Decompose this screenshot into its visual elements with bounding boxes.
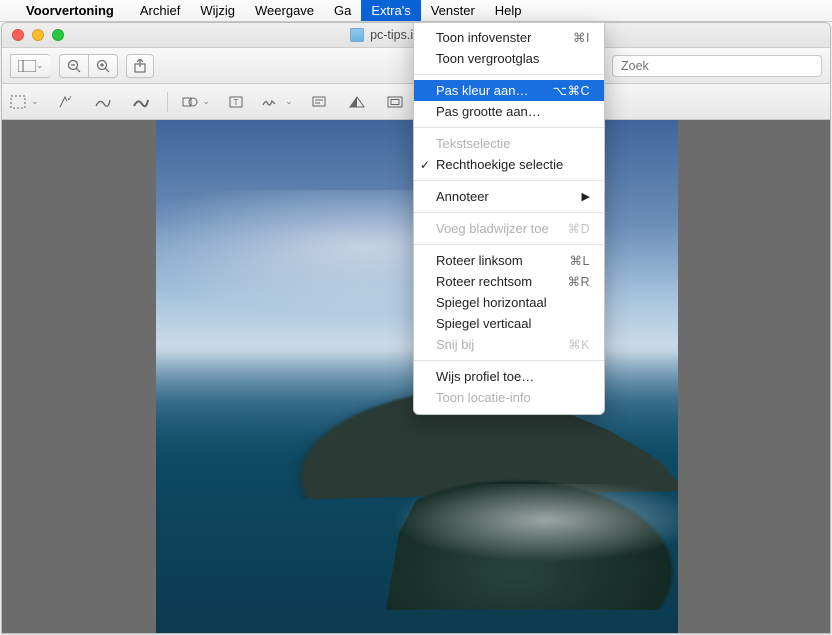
- search-input[interactable]: [612, 55, 822, 77]
- menu-item: Tekstselectie: [414, 133, 604, 154]
- chevron-down-icon: ⌄: [285, 96, 293, 107]
- menu-ga[interactable]: Ga: [324, 0, 361, 21]
- menu-item[interactable]: Wijs profiel toe…: [414, 366, 604, 387]
- menu-separator: [414, 212, 604, 213]
- window-controls: [2, 29, 64, 41]
- menu-item-label: Wijs profiel toe…: [436, 369, 534, 384]
- close-button[interactable]: [12, 29, 24, 41]
- menu-item-label: Rechthoekige selectie: [436, 157, 563, 172]
- menu-item: Voeg bladwijzer toe ⌘D: [414, 218, 604, 239]
- menu-item-label: Toon locatie-info: [436, 390, 531, 405]
- menu-item-label: Spiegel horizontaal: [436, 295, 547, 310]
- menu-venster[interactable]: Venster: [421, 0, 485, 21]
- menu-item-label: Toon infovenster: [436, 30, 531, 45]
- menu-item-label: Pas kleur aan…: [436, 83, 529, 98]
- svg-text:T: T: [234, 98, 239, 107]
- text-tool[interactable]: T: [224, 90, 248, 114]
- document-icon: [350, 28, 364, 42]
- sketch-tool[interactable]: [91, 90, 115, 114]
- view-mode-button[interactable]: ⌄: [10, 54, 51, 78]
- menu-separator: [414, 127, 604, 128]
- adjust-color-tool[interactable]: [345, 90, 369, 114]
- zoom-button[interactable]: [52, 29, 64, 41]
- menu-item[interactable]: ✓ Rechthoekige selectie: [414, 154, 604, 175]
- menu-item[interactable]: Roteer rechtsom ⌘R: [414, 271, 604, 292]
- search-field-wrap: [612, 55, 822, 77]
- zoom-out-button[interactable]: [59, 54, 88, 78]
- menu-shortcut: ⌘L: [570, 253, 590, 268]
- submenu-arrow-icon: ▶: [582, 190, 590, 203]
- menu-item[interactable]: Toon infovenster ⌘I: [414, 27, 604, 48]
- menu-item-label: Tekstselectie: [436, 136, 510, 151]
- menu-separator: [414, 180, 604, 181]
- chevron-down-icon: ⌄: [31, 96, 39, 107]
- menu-item[interactable]: Pas grootte aan…: [414, 101, 604, 122]
- menu-item-label: Annoteer: [436, 189, 489, 204]
- menu-wijzig[interactable]: Wijzig: [190, 0, 245, 21]
- sign-tool[interactable]: ⌄: [262, 90, 293, 114]
- adjust-size-tool[interactable]: [383, 90, 407, 114]
- menu-shortcut: ⌥⌘C: [553, 83, 590, 98]
- menu-shortcut: ⌘K: [568, 337, 590, 352]
- draw-tool[interactable]: [129, 90, 153, 114]
- image-foam: [396, 484, 678, 604]
- menu-extras[interactable]: Extra's: [361, 0, 420, 21]
- menu-item[interactable]: Pas kleur aan… ⌥⌘C: [414, 80, 604, 101]
- zoom-group: [59, 54, 118, 78]
- menu-archief[interactable]: Archief: [130, 0, 190, 21]
- view-mode-group: ⌄: [10, 54, 51, 78]
- check-icon: ✓: [420, 158, 430, 172]
- menu-item[interactable]: Annoteer ▶: [414, 186, 604, 207]
- menu-item-label: Roteer rechtsom: [436, 274, 532, 289]
- menu-item[interactable]: Spiegel horizontaal: [414, 292, 604, 313]
- annotate-tool[interactable]: [307, 90, 331, 114]
- zoom-in-button[interactable]: [88, 54, 118, 78]
- menu-shortcut: ⌘I: [573, 30, 590, 45]
- menu-item[interactable]: Roteer linksom ⌘L: [414, 250, 604, 271]
- menu-item-label: Spiegel verticaal: [436, 316, 531, 331]
- chevron-down-icon: ⌄: [36, 60, 44, 71]
- menu-item-label: Roteer linksom: [436, 253, 523, 268]
- menu-item-label: Voeg bladwijzer toe: [436, 221, 549, 236]
- menu-item-label: Snij bij: [436, 337, 474, 352]
- extras-dropdown-menu: Toon infovenster ⌘I Toon vergrootglas Pas k…: [413, 22, 605, 415]
- menu-item-label: Pas grootte aan…: [436, 104, 541, 119]
- shapes-tool[interactable]: ⌄: [182, 90, 211, 114]
- menu-item-label: Toon vergrootglas: [436, 51, 539, 66]
- menu-separator: [414, 360, 604, 361]
- menu-item: Toon locatie-info: [414, 387, 604, 408]
- menu-shortcut: ⌘D: [567, 221, 590, 236]
- system-menubar: Voorvertoning Archief Wijzig Weergave Ga…: [0, 0, 832, 22]
- menu-separator: [414, 74, 604, 75]
- rect-select-tool[interactable]: ⌄: [10, 90, 39, 114]
- menu-shortcut: ⌘R: [567, 274, 590, 289]
- app-name[interactable]: Voorvertoning: [26, 3, 114, 18]
- chevron-down-icon: ⌄: [203, 96, 211, 107]
- minimize-button[interactable]: [32, 29, 44, 41]
- divider: [167, 92, 168, 112]
- menu-separator: [414, 244, 604, 245]
- menu-help[interactable]: Help: [485, 0, 532, 21]
- menu-item: Snij bij ⌘K: [414, 334, 604, 355]
- instant-alpha-tool[interactable]: [53, 90, 77, 114]
- share-button[interactable]: [126, 54, 154, 78]
- menu-item[interactable]: Spiegel verticaal: [414, 313, 604, 334]
- menu-weergave[interactable]: Weergave: [245, 0, 324, 21]
- menu-item[interactable]: Toon vergrootglas: [414, 48, 604, 69]
